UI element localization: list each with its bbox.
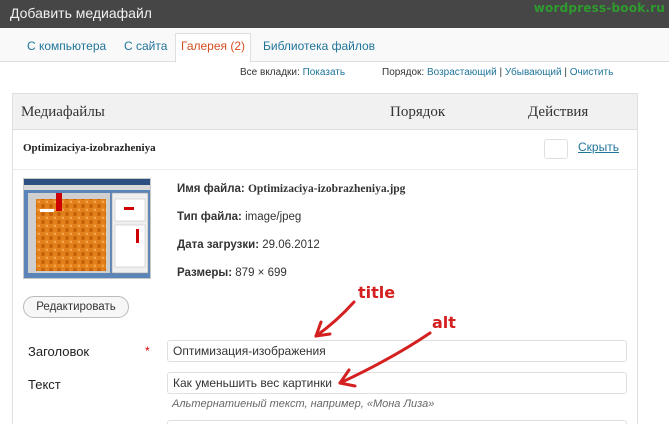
all-tabs-control: Все вкладки: Показать <box>240 67 345 78</box>
upload-date-value: 29.06.2012 <box>262 239 320 251</box>
media-table-header: Медиафайлы Порядок Действия <box>13 94 637 130</box>
media-thumbnail <box>23 178 151 279</box>
tab-media-library[interactable]: Библиотека файлов <box>263 39 375 53</box>
caption-input[interactable] <box>167 420 627 424</box>
file-type-row: Тип файла: image/jpeg <box>177 211 301 223</box>
tab-from-url[interactable]: С сайта <box>124 39 167 53</box>
alt-annotation: alt <box>432 313 456 332</box>
sort-order-control: Порядок: Возрастающий | Убывающий | Очис… <box>382 67 613 78</box>
file-name-value: Optimizaciya-izobrazheniya.jpg <box>247 183 406 195</box>
title-annotation: title <box>358 283 396 302</box>
clear-order-link[interactable]: Очистить <box>570 67 614 78</box>
upload-date-label: Дата загрузки: <box>177 239 260 251</box>
alt-text-hint: Альтернатиеный текст, например, «Мона Ли… <box>172 398 435 410</box>
file-name-row: Имя файла: Optimizaciya-izobrazheniya.jp… <box>177 183 405 195</box>
tab-bar: С компьютера С сайта Галерея (2) Библиот… <box>0 28 669 63</box>
alt-text-field-label: Текст <box>28 377 61 392</box>
hide-link[interactable]: Скрыть <box>578 140 619 154</box>
media-item-name: Optimizaciya-izobrazheniya <box>23 142 156 154</box>
dimensions-label: Размеры: <box>177 267 233 279</box>
dimensions-row: Размеры: 879 × 699 <box>177 267 287 279</box>
window-title: Добавить медиафайл <box>10 5 152 21</box>
file-type-value: image/jpeg <box>245 211 302 223</box>
all-tabs-label: Все вкладки: <box>240 67 300 78</box>
show-link[interactable]: Показать <box>303 67 346 78</box>
upload-date-row: Дата загрузки: 29.06.2012 <box>177 239 320 251</box>
file-type-label: Тип файла: <box>177 211 242 223</box>
thumbnail-image <box>24 179 150 278</box>
order-input[interactable] <box>544 139 568 159</box>
tab-gallery[interactable]: Галерея (2) <box>175 33 252 63</box>
column-order: Порядок <box>390 104 446 120</box>
sort-descending-link[interactable]: Убывающий <box>505 67 562 78</box>
media-item-row: Optimizaciya-izobrazheniya Скрыть <box>13 130 637 170</box>
title-field-label: Заголовок <box>28 344 90 359</box>
separator: | <box>564 67 567 78</box>
column-media: Медиафайлы <box>21 104 105 120</box>
file-name-label: Имя файла: <box>177 183 245 195</box>
sort-ascending-link[interactable]: Возрастающий <box>427 67 497 78</box>
watermark: wordpress-book.ru <box>533 1 665 15</box>
title-input[interactable] <box>167 340 627 362</box>
dimensions-value: 879 × 699 <box>235 267 287 279</box>
media-panel: Медиафайлы Порядок Действия Optimizaciya… <box>12 93 638 424</box>
tab-from-computer[interactable]: С компьютера <box>27 39 106 53</box>
separator: | <box>499 67 503 78</box>
order-label: Порядок: <box>382 67 425 78</box>
edit-image-button[interactable]: Редактировать <box>23 296 129 318</box>
alt-text-input[interactable] <box>167 372 627 394</box>
window-titlebar: Добавить медиафайл wordpress-book.ru <box>0 0 669 28</box>
column-actions: Действия <box>528 104 589 120</box>
required-mark: * <box>145 344 150 358</box>
